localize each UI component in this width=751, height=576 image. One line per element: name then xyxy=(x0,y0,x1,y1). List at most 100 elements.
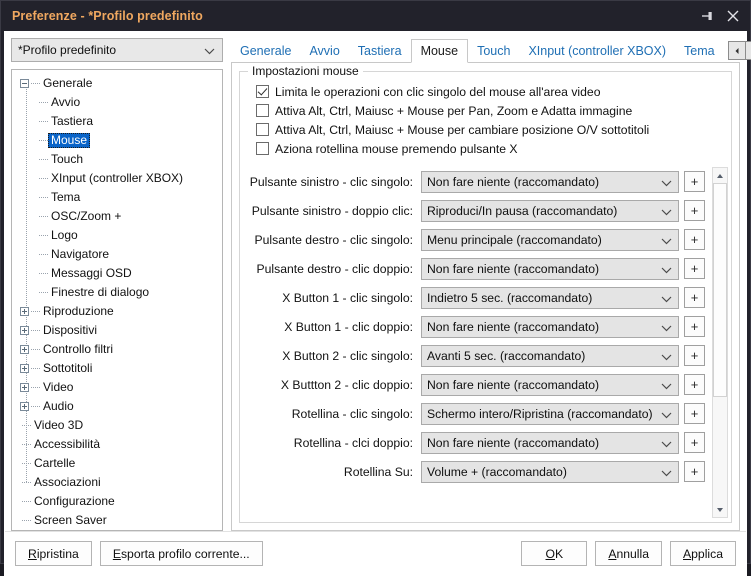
settings-tree[interactable]: Generale Avvio Tastiera Mouse Touch XInput (c… xyxy=(11,69,223,531)
tree-item-logo[interactable]: Logo xyxy=(12,226,222,245)
tab-scroll-buttons xyxy=(727,41,751,60)
restore-button[interactable]: Ripristina xyxy=(15,541,92,566)
restore-button-label: ipristina xyxy=(36,546,79,561)
tree-item-configurazione[interactable]: Configurazione xyxy=(12,492,222,511)
mouse-option-label: Attiva Alt, Ctrl, Maiusc + Mouse per cam… xyxy=(275,122,650,137)
mouse-option-row[interactable]: Limita le operazioni con clic singolo de… xyxy=(240,82,731,101)
tab-xinput-controller-xbox[interactable]: XInput (controller XBOX) xyxy=(519,41,675,62)
add-action-button[interactable]: + xyxy=(684,432,705,453)
cancel-button-label: nnulla xyxy=(616,546,649,561)
add-action-button[interactable]: + xyxy=(684,345,705,366)
mouse-action-select[interactable]: Indietro 5 sec. (raccomandato) xyxy=(421,286,679,309)
add-action-button[interactable]: + xyxy=(684,374,705,395)
tree-item-mouse[interactable]: Mouse xyxy=(12,131,222,150)
mouse-action-select[interactable]: Avanti 5 sec. (raccomandato) xyxy=(421,344,679,367)
add-action-button[interactable]: + xyxy=(684,287,705,308)
add-action-button[interactable]: + xyxy=(684,171,705,192)
tree-item-label: Finestre di dialogo xyxy=(51,285,150,299)
apply-button[interactable]: Applica xyxy=(670,541,736,566)
tree-item-touch[interactable]: Touch xyxy=(12,150,222,169)
add-action-button[interactable]: + xyxy=(684,229,705,250)
mouse-action-select[interactable]: Non fare niente (raccomandato) xyxy=(421,373,679,396)
tree-expand-icon[interactable] xyxy=(20,402,29,411)
tree-expand-icon[interactable] xyxy=(20,345,29,354)
checkbox-icon[interactable] xyxy=(256,104,269,117)
tree-item-tema[interactable]: Tema xyxy=(12,188,222,207)
mouse-action-select[interactable]: Non fare niente (raccomandato) xyxy=(421,431,679,454)
tree-collapse-icon[interactable] xyxy=(20,79,29,88)
tree-item-messaggi-osd[interactable]: Messaggi OSD xyxy=(12,264,222,283)
tree-item-controllo-filtri[interactable]: Controllo filtri xyxy=(12,340,222,359)
tab-tema[interactable]: Tema xyxy=(675,41,724,62)
tree-item-accessibilit[interactable]: Accessibilità xyxy=(12,435,222,454)
tree-item-video-3d[interactable]: Video 3D xyxy=(12,416,222,435)
tree-item-tastiera[interactable]: Tastiera xyxy=(12,112,222,131)
tree-item-label: Riproduzione xyxy=(43,304,114,318)
mouse-action-select-value: Non fare niente (raccomandato) xyxy=(427,261,600,276)
add-action-button[interactable]: + xyxy=(684,461,705,482)
tree-connector-icon xyxy=(37,112,48,131)
profile-select-value: *Profilo predefinito xyxy=(18,43,117,57)
tree-item-osc-zoom[interactable]: OSC/Zoom + xyxy=(12,207,222,226)
cancel-button[interactable]: Annulla xyxy=(595,541,662,566)
tab-generale[interactable]: Generale xyxy=(231,41,300,62)
export-profile-button-label: sporta profilo corrente... xyxy=(120,546,250,561)
tab-mouse[interactable]: Mouse xyxy=(410,39,469,63)
tree-expand-icon[interactable] xyxy=(20,326,29,335)
tree-item-dispositivi[interactable]: Dispositivi xyxy=(12,321,222,340)
add-action-button[interactable]: + xyxy=(684,403,705,424)
tree-item-sottotitoli[interactable]: Sottotitoli xyxy=(12,359,222,378)
tree-expand-icon[interactable] xyxy=(20,364,29,373)
tree-item-finestre-di-dialogo[interactable]: Finestre di dialogo xyxy=(12,283,222,302)
scroll-down-icon[interactable] xyxy=(713,502,727,517)
mouse-action-row: Pulsante sinistro - doppio clic: Riproduc… xyxy=(243,196,709,225)
tree-item-avvio[interactable]: Avvio xyxy=(12,93,222,112)
tab-touch[interactable]: Touch xyxy=(468,41,519,62)
mouse-action-select[interactable]: Non fare niente (raccomandato) xyxy=(421,315,679,338)
tree-item-audio[interactable]: Audio xyxy=(12,397,222,416)
scrollbar-thumb[interactable] xyxy=(713,183,727,397)
mouse-action-select[interactable]: Volume + (raccomandato) xyxy=(421,460,679,483)
pin-icon[interactable] xyxy=(694,3,720,29)
mouse-action-select[interactable]: Riproduci/In pausa (raccomandato) xyxy=(421,199,679,222)
tree-item-screen-saver[interactable]: Screen Saver xyxy=(12,511,222,530)
add-action-button[interactable]: + xyxy=(684,316,705,337)
close-icon[interactable] xyxy=(720,3,746,29)
tab-avvio[interactable]: Avvio xyxy=(300,41,348,62)
tree-item-label: Associazioni xyxy=(34,475,101,489)
tab-tastiera[interactable]: Tastiera xyxy=(349,41,411,62)
mouse-option-row[interactable]: Aziona rotellina mouse premendo pulsante… xyxy=(240,139,731,158)
tree-item-riproduzione[interactable]: Riproduzione xyxy=(12,302,222,321)
mouse-action-select[interactable]: Non fare niente (raccomandato) xyxy=(421,257,679,280)
tree-item-associazioni[interactable]: Associazioni xyxy=(12,473,222,492)
ok-button[interactable]: OK xyxy=(521,541,588,566)
mouse-option-row[interactable]: Attiva Alt, Ctrl, Maiusc + Mouse per cam… xyxy=(240,120,731,139)
tree-item-label: Video xyxy=(43,380,74,394)
vertical-scrollbar[interactable] xyxy=(712,167,728,518)
profile-select[interactable]: *Profilo predefinito xyxy=(11,38,223,62)
mouse-action-select[interactable]: Menu principale (raccomandato) xyxy=(421,228,679,251)
tab-scroll-right-icon[interactable] xyxy=(744,42,751,59)
tree-item-generale[interactable]: Generale xyxy=(12,74,222,93)
tree-item-cartelle[interactable]: Cartelle xyxy=(12,454,222,473)
mouse-option-row[interactable]: Attiva Alt, Ctrl, Maiusc + Mouse per Pan… xyxy=(240,101,731,120)
checkbox-icon[interactable] xyxy=(256,142,269,155)
checkbox-icon[interactable] xyxy=(256,123,269,136)
add-action-button[interactable]: + xyxy=(684,200,705,221)
checkbox-icon[interactable] xyxy=(256,85,269,98)
scrollbar-track[interactable] xyxy=(713,183,727,502)
tree-item-label: Accessibilità xyxy=(34,437,101,451)
add-action-button[interactable]: + xyxy=(684,258,705,279)
tree-item-navigatore[interactable]: Navigatore xyxy=(12,245,222,264)
export-profile-button[interactable]: Esporta profilo corrente... xyxy=(99,541,263,566)
tab-scroll-left-icon[interactable] xyxy=(728,42,745,59)
tree-item-xinput-controller-xbox[interactable]: XInput (controller XBOX) xyxy=(12,169,222,188)
tree-expand-icon[interactable] xyxy=(20,383,29,392)
mouse-action-select[interactable]: Schermo intero/Ripristina (raccomandato) xyxy=(421,402,679,425)
tree-item-video[interactable]: Video xyxy=(12,378,222,397)
mouse-action-select[interactable]: Non fare niente (raccomandato) xyxy=(421,170,679,193)
tree-item-label: Video 3D xyxy=(34,418,84,432)
scroll-up-icon[interactable] xyxy=(713,168,727,183)
tree-connector-icon xyxy=(29,74,40,93)
tree-expand-icon[interactable] xyxy=(20,307,29,316)
